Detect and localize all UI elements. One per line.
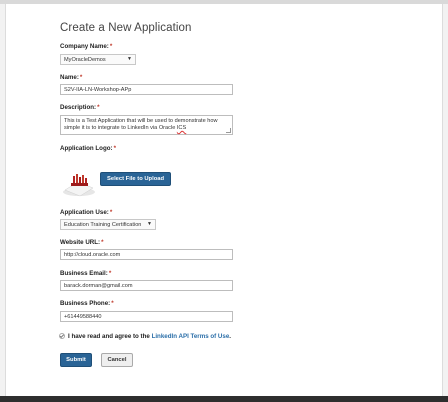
chevron-down-icon: ▼ xyxy=(127,56,132,62)
company-label: Company Name:* xyxy=(60,43,113,50)
website-input[interactable]: http://cloud.oracle.com xyxy=(60,249,233,260)
description-textarea[interactable]: This is a Test Application that will be … xyxy=(60,115,233,135)
required-marker: * xyxy=(109,43,113,50)
page-title: Create a New Application xyxy=(60,22,192,34)
description-label: Description:* xyxy=(60,104,100,111)
required-marker: * xyxy=(109,209,113,216)
select-file-button[interactable]: Select File to Upload xyxy=(100,172,171,186)
use-select-value: Education Training Certification xyxy=(64,222,142,228)
chevron-down-icon: ▼ xyxy=(147,221,152,227)
company-select[interactable]: MyOracleDemos ▼ xyxy=(60,54,136,65)
required-marker: * xyxy=(111,300,114,307)
terms-text: I have read and agree to the LinkedIn AP… xyxy=(68,333,231,340)
required-marker: * xyxy=(101,239,104,246)
name-label: Name:* xyxy=(60,74,83,81)
window-bottom-bar xyxy=(0,396,448,402)
website-label: Website URL:* xyxy=(60,239,104,246)
description-line-1: This is a Test Application that will be … xyxy=(64,118,218,124)
phone-label: Business Phone:* xyxy=(60,300,114,307)
logo-label: Application Logo:* xyxy=(60,145,117,152)
required-marker: * xyxy=(97,104,100,111)
name-input[interactable]: S2V-IIA-LN-Workshop-APp xyxy=(60,84,233,95)
email-label: Business Email:* xyxy=(60,270,112,277)
use-select[interactable]: Education Training Certification ▼ xyxy=(60,219,156,230)
required-marker: * xyxy=(79,74,83,81)
required-marker: * xyxy=(113,145,117,152)
use-label: Application Use:* xyxy=(60,209,113,216)
terms-link[interactable]: LinkedIn API Terms of Use xyxy=(152,333,230,340)
company-select-value: MyOracleDemos xyxy=(64,57,106,63)
required-marker: * xyxy=(108,270,112,277)
resize-handle[interactable] xyxy=(226,128,231,133)
phone-input[interactable]: +61449588440 xyxy=(60,311,233,322)
application-logo-image xyxy=(63,174,95,197)
description-line-2: simple it is to integrate to LinkedIn vi… xyxy=(64,125,187,131)
email-input[interactable]: barack.dorman@gmail.com xyxy=(60,280,233,291)
terms-checkbox[interactable] xyxy=(59,333,65,339)
submit-button[interactable]: Submit xyxy=(60,353,92,367)
cancel-button[interactable]: Cancel xyxy=(101,353,133,367)
